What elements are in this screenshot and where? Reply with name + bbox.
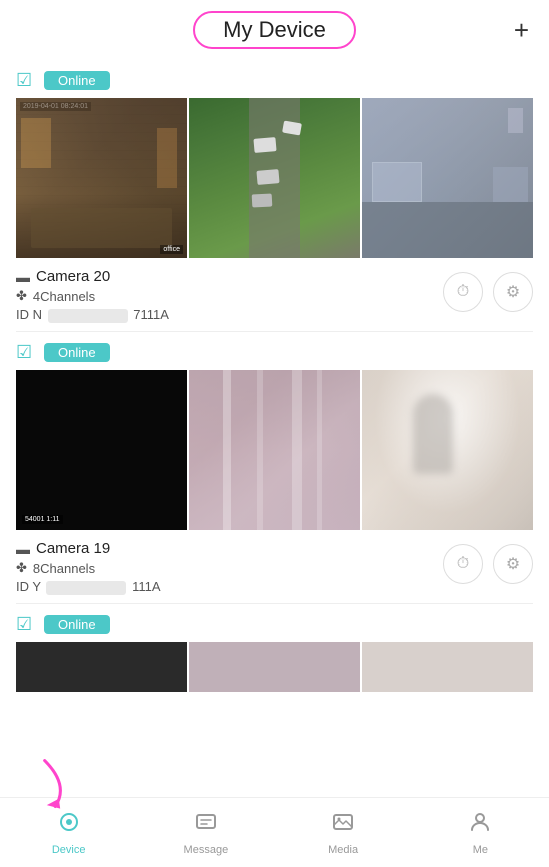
status-checkbox-3[interactable]: ☑ (16, 614, 36, 634)
camera-thumb-1[interactable]: 2019-04-01 08:24:01 office (16, 98, 187, 258)
status-badge-3: Online (44, 615, 110, 634)
device-id-1: ID N 7111A (16, 307, 443, 323)
device-id-2: ID Y 111A (16, 579, 443, 595)
nav-label-message: Message (184, 844, 229, 856)
page-title: My Device (193, 11, 356, 49)
device-card-3: ☑ Online (0, 604, 549, 692)
nav-label-media: Media (328, 844, 358, 856)
status-row-3: ☑ Online (16, 614, 533, 634)
history-button-2[interactable]: ⏱ (443, 544, 483, 584)
add-device-button[interactable]: + (514, 17, 529, 43)
camera-thumb-5[interactable] (189, 370, 360, 530)
device-details-2: ▬ Camera 19 ✤ 8Channels ID Y 111A (16, 540, 443, 595)
settings-icon-2: ⚙ (506, 554, 520, 574)
partial-cam-1[interactable] (16, 642, 187, 692)
partial-cam-3[interactable] (362, 642, 533, 692)
device-actions-1: ⏱ ⚙ (443, 268, 533, 312)
monitor-icon-2: ▬ (16, 541, 30, 557)
settings-icon-1: ⚙ (506, 282, 520, 302)
camera-thumb-2[interactable] (189, 98, 360, 258)
history-icon-2: ⏱ (457, 555, 469, 573)
status-row-2: ☑ Online (16, 342, 533, 362)
nav-item-message[interactable]: Message (137, 798, 274, 867)
camera-thumb-6[interactable] (362, 370, 533, 530)
settings-button-2[interactable]: ⚙ (493, 544, 533, 584)
camera-grid-1: 2019-04-01 08:24:01 office (16, 98, 533, 258)
channels-icon-2: ✤ (16, 560, 27, 576)
partial-cam-2[interactable] (189, 642, 360, 692)
nav-item-me[interactable]: Me (412, 798, 549, 867)
message-nav-icon (194, 810, 218, 840)
status-checkbox-1[interactable]: ☑ (16, 70, 36, 90)
device-card-2: ☑ Online 54001 1:11 (0, 332, 549, 603)
nav-label-me: Me (473, 844, 488, 856)
monitor-icon-1: ▬ (16, 269, 30, 285)
device-channels-2: ✤ 8Channels (16, 560, 443, 576)
partial-camera-grid (16, 642, 533, 692)
camera-thumb-4[interactable]: 54001 1:11 (16, 370, 187, 530)
status-row-1: ☑ Online (16, 70, 533, 90)
cam1-label: office (160, 245, 183, 254)
device-list: ☑ Online 2019-04-01 08:24:01 office (0, 60, 549, 797)
status-checkbox-2[interactable]: ☑ (16, 342, 36, 362)
status-badge-2: Online (44, 343, 110, 362)
device-info-2: ▬ Camera 19 ✤ 8Channels ID Y 111A ⏱ (16, 540, 533, 603)
settings-button-1[interactable]: ⚙ (493, 272, 533, 312)
status-badge-1: Online (44, 71, 110, 90)
nav-item-device[interactable]: Device (0, 798, 137, 867)
bottom-nav: Device Message Media Me (0, 797, 549, 867)
device-details-1: ▬ Camera 20 ✤ 4Channels ID N 7111A (16, 268, 443, 323)
header: My Device + (0, 0, 549, 60)
nav-item-media[interactable]: Media (275, 798, 412, 867)
channels-icon-1: ✤ (16, 288, 27, 304)
device-info-1: ▬ Camera 20 ✤ 4Channels ID N 7111A ⏱ (16, 268, 533, 331)
device-name-2: ▬ Camera 19 (16, 540, 443, 557)
camera-thumb-3[interactable] (362, 98, 533, 258)
blur-overlay-5 (189, 370, 360, 530)
device-channels-1: ✤ 4Channels (16, 288, 443, 304)
device-card-1: ☑ Online 2019-04-01 08:24:01 office (0, 60, 549, 331)
id-blurred-2 (46, 581, 126, 595)
history-icon-1: ⏱ (457, 283, 469, 301)
me-nav-icon (468, 810, 492, 840)
device-actions-2: ⏱ ⚙ (443, 540, 533, 584)
id-blurred-1 (48, 309, 128, 323)
history-button-1[interactable]: ⏱ (443, 272, 483, 312)
device-name-1: ▬ Camera 20 (16, 268, 443, 285)
camera-grid-2: 54001 1:11 (16, 370, 533, 530)
media-nav-icon (331, 810, 355, 840)
cam4-overlay: 54001 1:11 (22, 515, 63, 524)
device-nav-icon (57, 810, 81, 840)
nav-label-device: Device (52, 844, 86, 856)
